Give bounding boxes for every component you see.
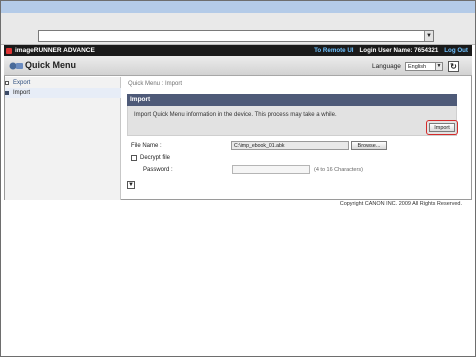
sidebar-item-label: Import	[13, 90, 31, 96]
decrypt-checkbox[interactable]	[131, 155, 137, 161]
refresh-icon: ↻	[450, 62, 457, 71]
login-user-text: Login User Name: 7654321	[359, 47, 439, 54]
window-title-strip	[1, 1, 475, 13]
chevron-down-icon: ▼	[426, 33, 432, 39]
top-links: To Remote UI Login User Name: 7654321 Lo…	[314, 46, 468, 55]
password-field[interactable]	[232, 165, 310, 174]
password-label: Password :	[143, 167, 173, 173]
sidebar-item-import[interactable]: Import	[5, 88, 121, 98]
browse-button[interactable]: Browse...	[351, 141, 387, 150]
decrypt-label: Decrypt file	[140, 155, 171, 161]
import-description: Import Quick Menu information in the dev…	[134, 112, 337, 118]
chevron-down-icon: ▼	[128, 182, 134, 188]
import-panel	[127, 106, 457, 136]
import-button[interactable]: Import	[429, 123, 455, 132]
canon-logo-icon	[6, 47, 12, 54]
file-name-label: File Name :	[131, 143, 162, 149]
sidebar-item-export[interactable]: Export	[5, 78, 121, 88]
language-value: English	[408, 63, 427, 70]
quick-menu-icon	[9, 62, 23, 70]
sidebar-item-label: Export	[13, 80, 31, 86]
chevron-down-icon: ▼	[435, 63, 442, 70]
remote-ui-link[interactable]: To Remote UI	[314, 47, 353, 54]
file-name-field[interactable]: C:\imp_ebook_01.abk	[231, 141, 349, 150]
bullet-icon	[5, 91, 9, 95]
breadcrumb: Quick Menu : Import	[128, 81, 183, 87]
page-title: Quick Menu	[25, 60, 77, 70]
decrypt-row: Decrypt file	[131, 155, 170, 161]
logout-link[interactable]: Log Out	[444, 47, 468, 54]
language-label: Language	[372, 63, 401, 70]
copyright-text: Copyright CANON INC. 2009 All Rights Res…	[339, 201, 462, 207]
import-button-highlight: Import	[426, 120, 458, 135]
brand-name: imageRUNNER ADVANCE	[15, 47, 95, 54]
section-header: Import	[127, 94, 457, 106]
brand: imageRUNNER ADVANCE	[6, 47, 95, 54]
bullet-icon	[5, 81, 9, 85]
password-hint: (4 to 16 Characters)	[314, 167, 363, 173]
collapse-button[interactable]: ▼	[127, 181, 135, 189]
language-select[interactable]: English ▼	[405, 62, 443, 71]
refresh-button[interactable]: ↻	[448, 61, 459, 72]
address-input[interactable]	[38, 30, 434, 42]
address-dropdown-button[interactable]: ▼	[424, 31, 433, 41]
